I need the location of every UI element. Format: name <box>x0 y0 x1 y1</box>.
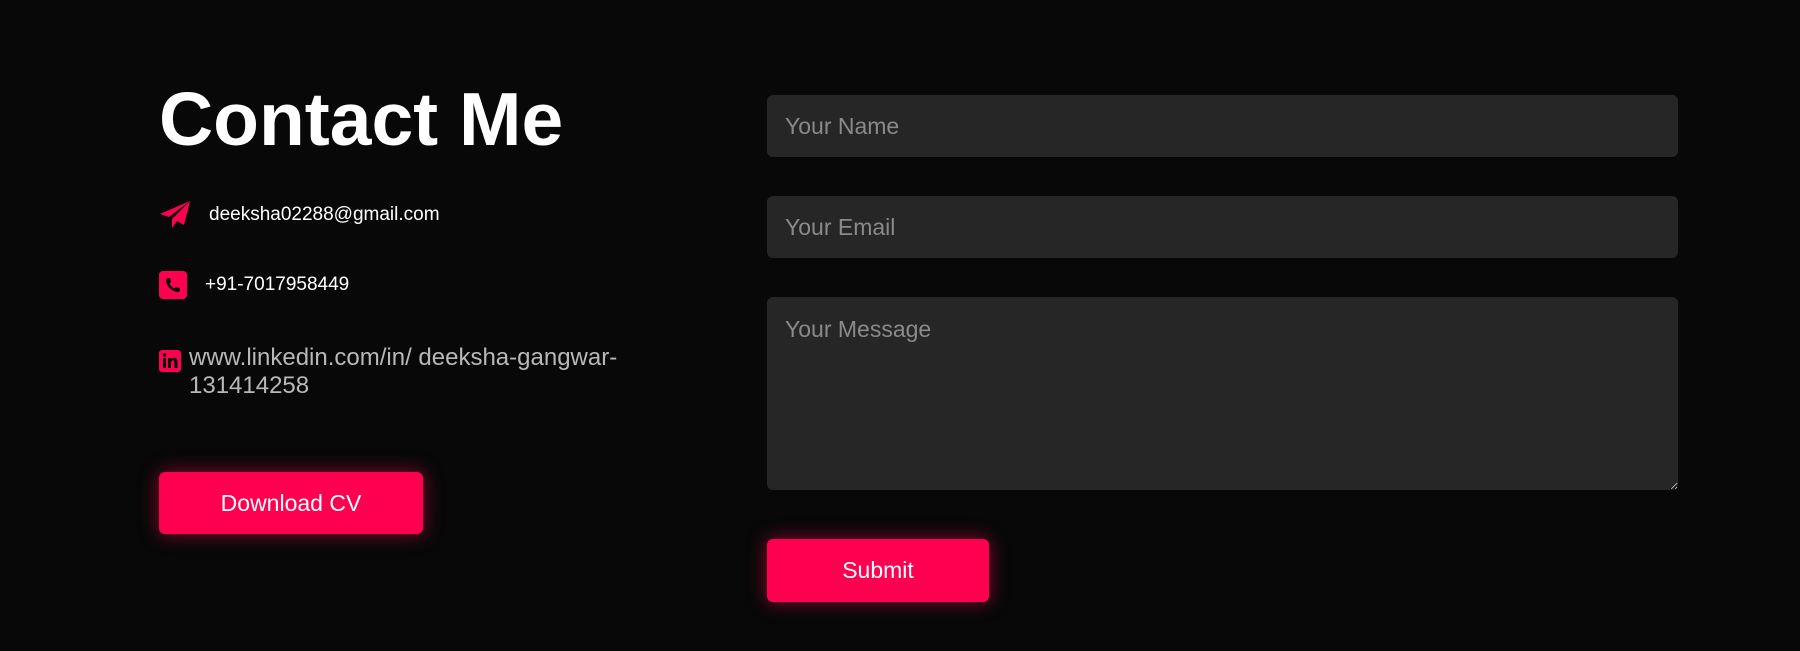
page-title: Contact Me <box>159 77 564 161</box>
email-address[interactable]: deeksha02288@gmail.com <box>209 204 440 226</box>
paper-plane-icon <box>159 200 191 230</box>
message-textarea[interactable] <box>767 297 1678 490</box>
phone-row: +91-7017958449 <box>159 271 349 299</box>
email-row: deeksha02288@gmail.com <box>159 200 440 230</box>
contact-section: Contact Me deeksha02288@gmail.com +91-70… <box>0 0 1800 651</box>
submit-button[interactable]: Submit <box>767 539 989 602</box>
email-input[interactable] <box>767 196 1678 258</box>
linkedin-icon <box>159 350 181 372</box>
phone-square-icon <box>159 271 187 299</box>
phone-number[interactable]: +91-7017958449 <box>205 274 349 296</box>
name-input[interactable] <box>767 95 1678 157</box>
linkedin-row: www.linkedin.com/in/ deeksha-gangwar-131… <box>159 344 659 400</box>
linkedin-link[interactable]: www.linkedin.com/in/ deeksha-gangwar-131… <box>189 344 659 400</box>
download-cv-button[interactable]: Download CV <box>159 472 423 534</box>
